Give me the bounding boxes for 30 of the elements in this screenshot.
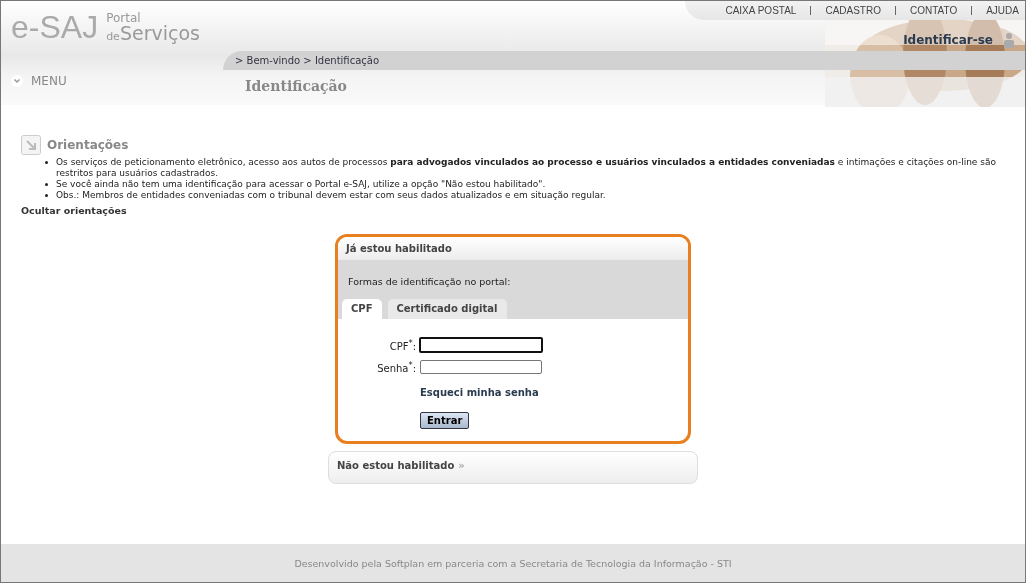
guidance-text: Se você ainda não tem uma identificação para acessar o Portal e-SAJ, utilize a opção "Não estou habilitado". bbox=[56, 179, 546, 190]
footer-text: Desenvolvido pela Softplan em parceria com a Secretaria de Tecnologia da Informação - STI bbox=[294, 557, 732, 569]
forgot-password-link[interactable]: Esqueci minha senha bbox=[420, 387, 688, 398]
guidance-text: Os serviços de peticionamento eletrônico, acesso aos autos de processos para advogados vinculados ao processo e usuários vinculados a entidades conveniadas e intimações e citações on-line são restritos para usuários cadastrados. bbox=[56, 157, 997, 179]
tab[interactable]: Certificado digital bbox=[387, 299, 507, 319]
input-field[interactable] bbox=[419, 337, 543, 353]
panel-title: Não estou habilitado bbox=[337, 460, 455, 471]
top-nav-link[interactable]: AJUDA bbox=[986, 5, 1019, 16]
tab[interactable]: CPF bbox=[342, 299, 382, 319]
forms-label: Formas de identificação no portal: bbox=[347, 276, 512, 289]
hide-guidance-link[interactable]: Ocultar orientações bbox=[21, 205, 1005, 216]
bullet-icon bbox=[45, 183, 48, 186]
top-nav-link[interactable]: CONTATO bbox=[909, 5, 958, 16]
breadcrumb: > Bem-vindo > Identificação bbox=[235, 55, 380, 66]
field-label: CPF$^{*}$: bbox=[388, 337, 417, 353]
bullet-icon bbox=[45, 161, 48, 164]
submit-button[interactable]: Entrar bbox=[420, 412, 470, 429]
top-nav-link[interactable]: CADASTRO bbox=[825, 5, 881, 16]
bullet-icon bbox=[45, 194, 48, 197]
section-title: Orientações bbox=[47, 138, 129, 152]
field-label: Senha$^{*}$: bbox=[376, 359, 417, 375]
register-panel[interactable]: Não estou habilitado » bbox=[328, 451, 698, 484]
user-icon[interactable] bbox=[1003, 32, 1015, 48]
guidance-text: Obs.: Membros de entidades conveniadas com o tribunal devem estar com seus dados atualizados e em situação regular. bbox=[56, 190, 606, 201]
chevron-icon: » bbox=[458, 460, 465, 471]
chevron-down-icon[interactable] bbox=[11, 75, 23, 87]
panel-title[interactable]: Já estou habilitado bbox=[338, 237, 688, 260]
input-field[interactable] bbox=[420, 360, 542, 374]
page-title: Identificação bbox=[245, 78, 347, 94]
top-nav-link[interactable]: CAIXA POSTAL bbox=[725, 5, 797, 16]
